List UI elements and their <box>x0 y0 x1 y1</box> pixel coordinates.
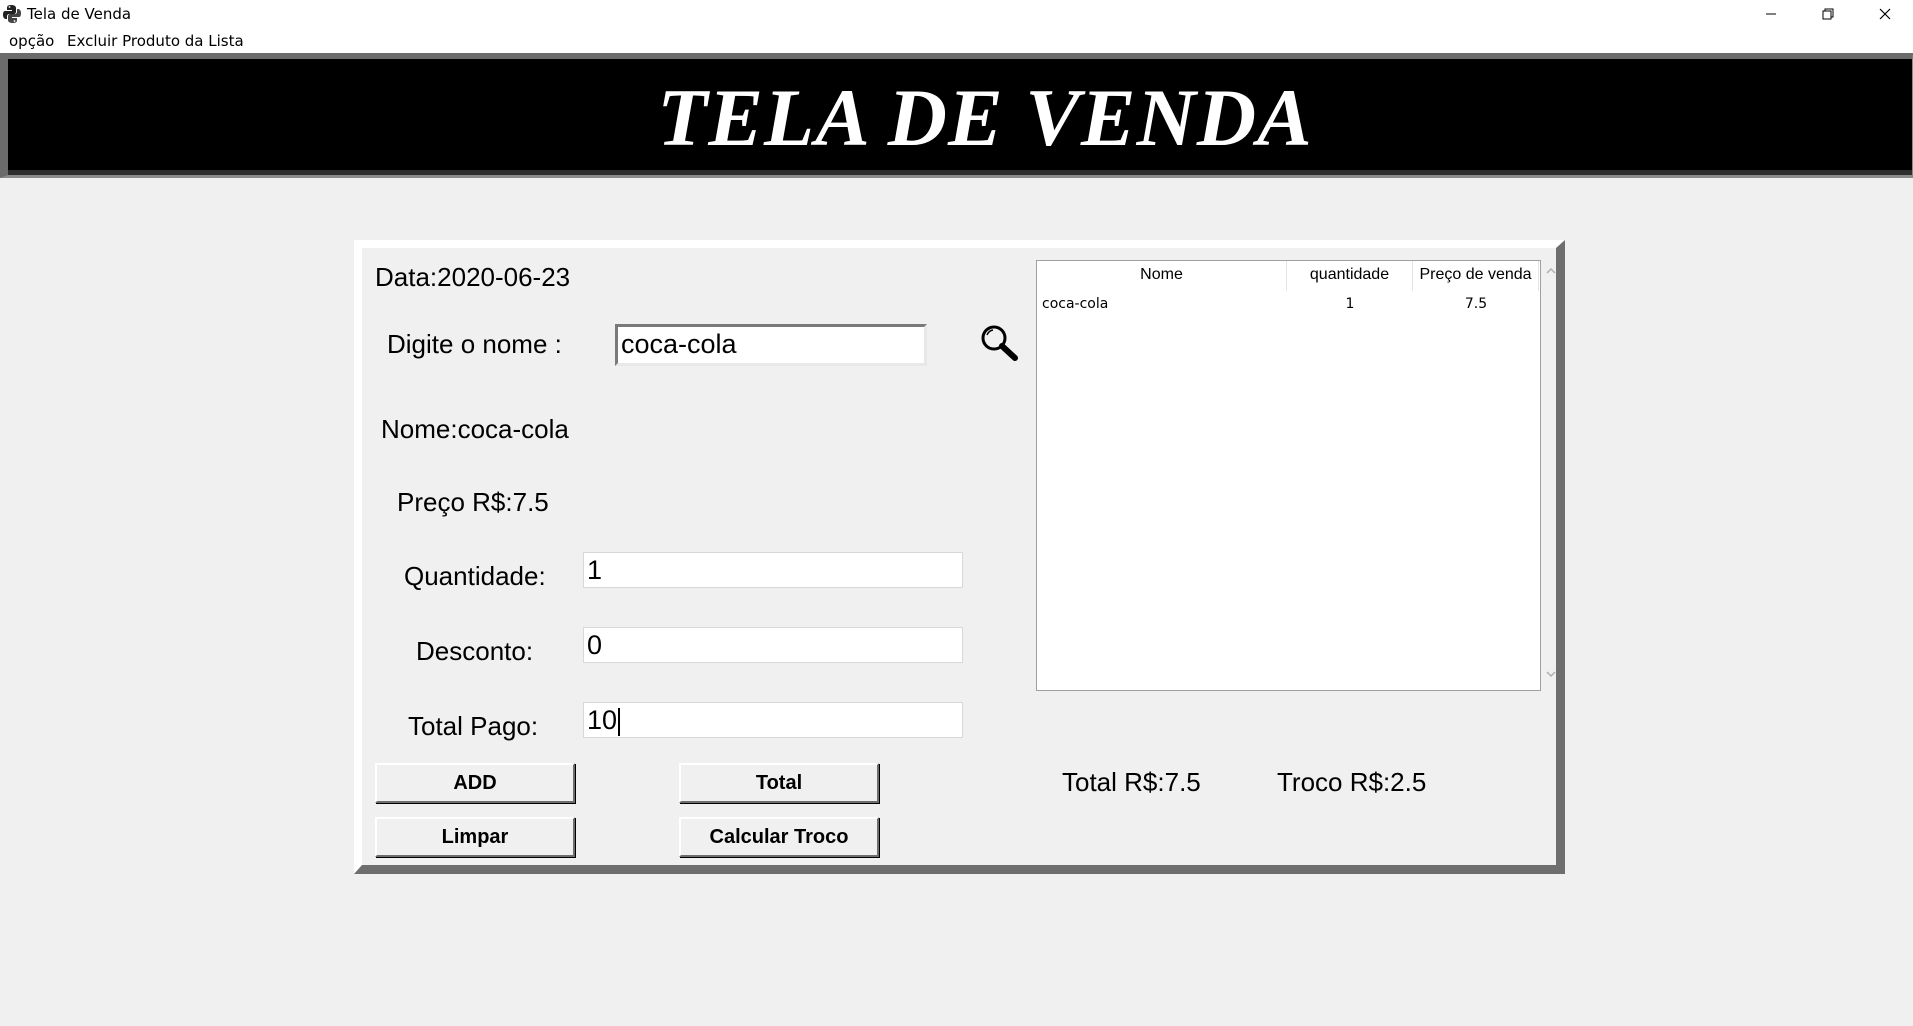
change-value-label: Troco R$:2.5 <box>1277 767 1427 797</box>
text-caret <box>618 707 621 736</box>
column-header-nome[interactable]: Nome <box>1037 261 1287 291</box>
menu-opcao[interactable]: opção <box>9 32 54 50</box>
search-input[interactable]: coca-cola <box>615 324 927 366</box>
window-title: Tela de Venda <box>27 5 132 23</box>
scroll-up-icon[interactable] <box>1544 266 1558 276</box>
page-title: TELA DE VENDA <box>657 72 1313 163</box>
close-button[interactable] <box>1857 0 1913 28</box>
title-bar: Tela de Venda <box>0 0 1913 28</box>
quantity-label: Quantidade: <box>404 561 546 591</box>
column-header-preco[interactable]: Preço de venda <box>1413 261 1539 291</box>
discount-label: Desconto: <box>416 636 534 666</box>
total-paid-input[interactable]: 10 <box>583 702 963 738</box>
restore-button[interactable] <box>1800 0 1856 28</box>
scroll-down-icon[interactable] <box>1544 669 1558 679</box>
clear-button[interactable]: Limpar <box>375 817 575 857</box>
search-icon[interactable] <box>979 323 1021 365</box>
header-banner: TELA DE VENDA <box>0 53 1913 178</box>
discount-input[interactable]: 0 <box>583 627 963 663</box>
menu-bar: opção Excluir Produto da Lista <box>0 28 1913 53</box>
add-button[interactable]: ADD <box>375 763 575 803</box>
sale-panel: Data:2020-06-23 Digite o nome : coca-col… <box>354 240 1565 874</box>
total-paid-value: 10 <box>587 705 618 735</box>
calculate-change-button[interactable]: Calcular Troco <box>679 817 879 857</box>
menu-excluir-produto[interactable]: Excluir Produto da Lista <box>67 32 244 50</box>
total-paid-label: Total Pago: <box>408 711 539 741</box>
python-icon <box>3 5 21 23</box>
minimize-icon <box>1766 13 1776 15</box>
column-header-quantidade[interactable]: quantidade <box>1287 261 1413 291</box>
product-price-label: Preço R$:7.5 <box>397 487 549 517</box>
total-button[interactable]: Total <box>679 763 879 803</box>
total-value-label: Total R$:7.5 <box>1062 767 1201 797</box>
cell-preco: 7.5 <box>1464 296 1488 312</box>
cell-quantidade: 1 <box>1345 296 1355 312</box>
product-name-label: Nome:coca-cola <box>381 414 569 444</box>
banner-frame: TELA DE VENDA <box>8 59 1912 175</box>
minimize-button[interactable] <box>1743 0 1799 28</box>
search-label: Digite o nome : <box>387 329 562 359</box>
date-label: Data:2020-06-23 <box>375 262 571 292</box>
cell-nome: coca-cola <box>1042 296 1109 312</box>
close-icon <box>1879 8 1891 20</box>
restore-icon <box>1822 8 1834 20</box>
products-table[interactable]: Nome quantidade Preço de venda coca-cola… <box>1036 260 1541 691</box>
quantity-input[interactable]: 1 <box>583 552 963 588</box>
